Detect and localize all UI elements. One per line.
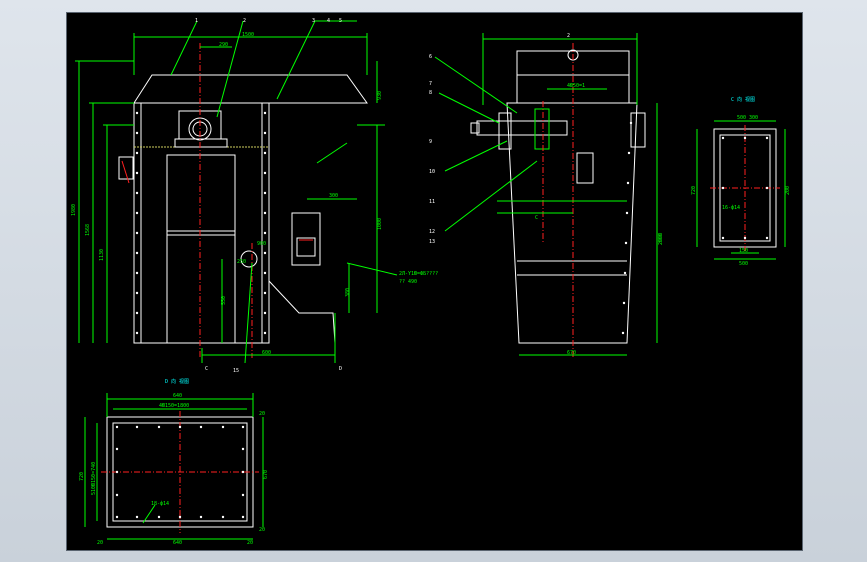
detail-d-view <box>84 393 264 540</box>
front-note: 2Л-Y1Ю=ФБ???? <box>399 271 438 277</box>
side-hopper <box>506 102 638 344</box>
side-dim-lines <box>434 33 658 356</box>
dim-inner-250: 250 <box>237 259 246 265</box>
dim-right-380: 380 <box>345 288 351 297</box>
drawing-canvas[interactable]: 1 2 3 4 5 290 1500 1980 1568 1130 930 10… <box>66 12 803 551</box>
side-dim-right: 2ЮЮЮ <box>658 233 664 245</box>
side-dim-mid: C <box>535 215 538 221</box>
detail-d-dim-bottom-right: 20 <box>247 540 253 546</box>
dim-right-1000: 1000 <box>377 218 383 230</box>
callout-5: 5 <box>339 18 342 24</box>
bolt-row-left <box>135 111 267 335</box>
detail-d-dim-right-1: 20 <box>259 411 265 417</box>
callout-7: 7 <box>429 81 432 87</box>
dim-inner-550: 550 <box>221 296 227 305</box>
side-dim-inner: 4Ю50=1 <box>567 83 585 89</box>
dim-left-1568: 1568 <box>85 224 91 236</box>
main-body <box>133 102 142 344</box>
callout-11: 11 <box>429 199 435 205</box>
detail-c-note: 16-ф14 <box>722 205 740 211</box>
detail-c-dim-left: 720 <box>691 186 697 195</box>
dim-top-1500: 1500 <box>242 32 254 38</box>
callout-10: 10 <box>429 169 435 175</box>
dim-inner-900: 900 <box>257 241 266 247</box>
detail-d-note: 18-ф14 <box>151 501 169 507</box>
top-hood <box>133 74 368 104</box>
side-view <box>434 33 658 358</box>
detail-d-dim-top-2: 4Ю150=1800 <box>159 403 189 409</box>
drawing-svg: 1 2 3 4 5 290 1500 1980 1568 1130 930 10… <box>71 18 791 546</box>
side-dim-top: 2 <box>567 33 570 39</box>
front-view <box>75 20 398 364</box>
front-dim-lines <box>75 33 385 363</box>
detail-c-view <box>696 120 786 260</box>
detail-d-dim-right-2: 670 <box>263 470 269 479</box>
detail-c-dim-right: 200 <box>785 186 791 195</box>
detail-d-title: D 向 视图 <box>165 378 189 385</box>
dim-inner-300: 300 <box>329 193 338 199</box>
detail-d-dim-top: 640 <box>173 393 182 399</box>
callout-6: 6 <box>429 54 432 60</box>
inner-door <box>166 154 236 344</box>
dim-left-1130: 1130 <box>99 249 105 261</box>
front-view-labels: 1 2 3 4 5 290 1500 1980 1568 1130 930 10… <box>71 18 438 374</box>
detail-c-dim-bottom: 500 <box>739 261 748 267</box>
callout-12: 12 <box>429 229 435 235</box>
detail-c-dim-150: 150 <box>739 248 748 254</box>
section-mark-d: D <box>339 366 342 372</box>
side-dim-bottom: 670 <box>567 350 576 356</box>
front-leaders <box>170 20 398 364</box>
dim-right-930: 930 <box>377 91 383 100</box>
detail-c-title: C 向 视图 <box>731 96 755 103</box>
callout-15: 15 <box>233 368 239 374</box>
callout-8: 8 <box>429 90 432 96</box>
callout-9: 9 <box>429 139 432 145</box>
dim-top-290: 290 <box>219 42 228 48</box>
dim-left-1980: 1980 <box>71 204 77 216</box>
callout-13: 13 <box>429 239 435 245</box>
control-box <box>291 212 321 266</box>
front-note-2: ?? 490 <box>399 279 417 285</box>
callout-3: 3 <box>312 18 315 24</box>
callout-2: 2 <box>243 18 246 24</box>
detail-d-dim-left-2: 510Ю150=740 <box>91 462 97 495</box>
dim-bottom-600: 600 <box>262 350 271 356</box>
detail-c-dim-top: 500 <box>737 115 746 121</box>
detail-d-dim-bottom-left: 20 <box>97 540 103 546</box>
side-shaft <box>476 120 568 136</box>
callout-4: 4 <box>327 18 330 24</box>
detail-c-dim-top-2: 300 <box>749 115 758 121</box>
section-mark-c: C <box>205 366 208 372</box>
detail-d-dim-right-3: 20 <box>259 527 265 533</box>
callout-1: 1 <box>195 18 198 24</box>
detail-d-dim-left: 720 <box>79 472 85 481</box>
detail-d-dim-bottom: 640 <box>173 540 182 546</box>
side-bolt-row <box>621 121 633 335</box>
